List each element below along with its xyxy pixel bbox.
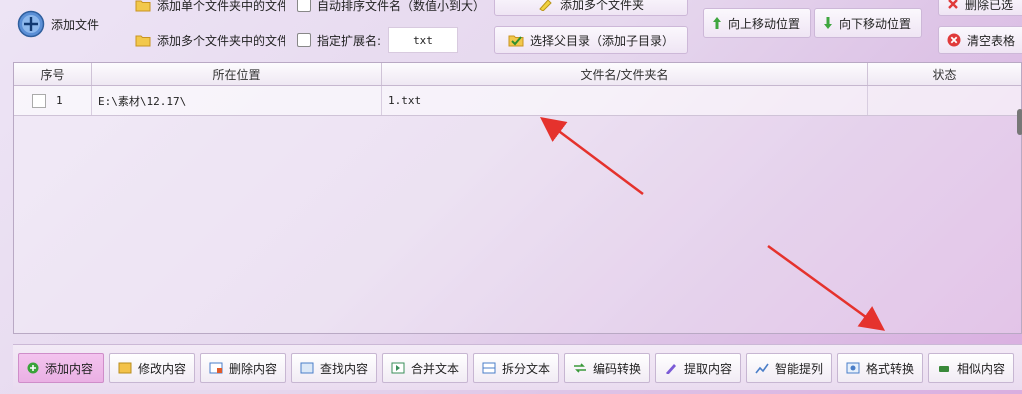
split-text-label: 拆分文本 bbox=[502, 361, 551, 376]
smart-column-button[interactable]: 智能提列 bbox=[746, 353, 832, 383]
add-single-folder-files-label: 添加单个文件夹中的文件 bbox=[157, 0, 286, 13]
auto-sort-label: 自动排序文件名（数值小到大） bbox=[317, 0, 486, 13]
add-multi-folder-files-button[interactable]: 添加多个文件夹中的文件 bbox=[126, 28, 286, 52]
find-content-label: 查找内容 bbox=[320, 361, 369, 376]
add-single-folder-files-button[interactable]: 添加单个文件夹中的文件 bbox=[126, 0, 286, 16]
column-header[interactable]: 序号 bbox=[14, 63, 92, 85]
encoding-convert-label: 编码转换 bbox=[593, 361, 642, 376]
specify-ext-checkbox[interactable]: 指定扩展名: bbox=[297, 31, 381, 49]
edit-content-button[interactable]: 修改内容 bbox=[109, 353, 195, 383]
similar-content-label: 相似内容 bbox=[957, 361, 1006, 376]
delete-selected-label: 删除已选 bbox=[965, 0, 1014, 12]
move-up-button[interactable]: 向上移动位置 bbox=[703, 8, 811, 38]
row-index: 1 bbox=[56, 94, 63, 107]
sparkle-icon bbox=[538, 0, 554, 11]
arrow-up-icon bbox=[712, 16, 722, 30]
location-cell: E:\素材\12.17\ bbox=[92, 86, 382, 115]
file-table: 序号 所在位置 文件名/文件夹名 状态 1 E:\素材\12.17\ 1.txt bbox=[13, 62, 1022, 334]
find-content-button[interactable]: 查找内容 bbox=[291, 353, 377, 383]
encoding-convert-button[interactable]: 编码转换 bbox=[564, 353, 650, 383]
convert-icon bbox=[573, 362, 587, 374]
delete-doc-icon bbox=[209, 362, 223, 374]
delete-x-icon bbox=[947, 0, 959, 10]
status-cell bbox=[868, 86, 1021, 115]
specify-ext-label: 指定扩展名: bbox=[317, 33, 382, 48]
delete-selected-button[interactable]: 删除已选 bbox=[938, 0, 1022, 16]
format-convert-label: 格式转换 bbox=[866, 361, 915, 376]
add-multi-folders-label: 添加多个文件夹 bbox=[559, 0, 644, 12]
similar-content-button[interactable]: 相似内容 bbox=[928, 353, 1014, 383]
table-row[interactable]: 1 E:\素材\12.17\ 1.txt bbox=[14, 86, 1021, 116]
delete-content-button[interactable]: 删除内容 bbox=[200, 353, 286, 383]
move-down-button[interactable]: 向下移动位置 bbox=[814, 8, 922, 38]
column-header[interactable]: 状态 bbox=[868, 63, 1021, 85]
edit-icon bbox=[118, 362, 132, 374]
column-header[interactable]: 文件名/文件夹名 bbox=[382, 63, 868, 85]
select-parent-dir-label: 选择父目录（添加子目录） bbox=[529, 33, 674, 48]
column-header[interactable]: 所在位置 bbox=[92, 63, 382, 85]
similar-icon bbox=[937, 362, 951, 374]
add-file-label: 添加文件 bbox=[51, 17, 100, 32]
scrollbar-thumb[interactable] bbox=[1017, 109, 1022, 135]
auto-sort-check[interactable] bbox=[297, 0, 311, 12]
pen-icon bbox=[664, 362, 678, 374]
arrow-down-icon bbox=[823, 16, 833, 30]
move-down-label: 向下移动位置 bbox=[839, 16, 912, 31]
add-circle-icon bbox=[27, 362, 39, 374]
merge-text-button[interactable]: 合并文本 bbox=[382, 353, 468, 383]
format-icon bbox=[846, 362, 860, 374]
edit-content-label: 修改内容 bbox=[138, 361, 187, 376]
smart-column-label: 智能提列 bbox=[775, 361, 824, 376]
auto-sort-checkbox[interactable]: 自动排序文件名（数值小到大） bbox=[297, 0, 485, 15]
table-header: 序号 所在位置 文件名/文件夹名 状态 bbox=[14, 63, 1021, 86]
add-content-button[interactable]: 添加内容 bbox=[18, 353, 104, 383]
split-text-button[interactable]: 拆分文本 bbox=[473, 353, 559, 383]
add-multi-folder-files-label: 添加多个文件夹中的文件 bbox=[157, 33, 286, 48]
select-parent-dir-button[interactable]: 选择父目录（添加子目录） bbox=[494, 26, 688, 54]
find-icon bbox=[300, 362, 314, 374]
format-convert-button[interactable]: 格式转换 bbox=[837, 353, 923, 383]
bottom-toolbar: 添加内容 修改内容 删除内容 查找内容 合并文本 拆分文本 编码转换 提取内容 … bbox=[13, 344, 1022, 390]
merge-icon bbox=[391, 362, 405, 374]
filename-cell: 1.txt bbox=[382, 86, 868, 115]
extract-content-label: 提取内容 bbox=[684, 361, 733, 376]
folder-icon bbox=[135, 33, 151, 47]
folder-icon bbox=[135, 0, 151, 12]
chart-icon bbox=[755, 362, 769, 374]
clear-table-button[interactable]: 清空表格 bbox=[938, 26, 1022, 54]
extract-content-button[interactable]: 提取内容 bbox=[655, 353, 741, 383]
row-checkbox[interactable] bbox=[32, 93, 46, 108]
ext-input[interactable]: txt bbox=[388, 27, 458, 53]
add-circle-icon bbox=[17, 10, 45, 38]
delete-content-label: 删除内容 bbox=[229, 361, 278, 376]
toolbar: 添加文件 添加单个文件夹中的文件 添加多个文件夹中的文件 自动排序文件名（数值小… bbox=[0, 0, 1022, 58]
specify-ext-check[interactable] bbox=[297, 33, 311, 47]
add-content-label: 添加内容 bbox=[45, 361, 94, 376]
clear-table-label: 清空表格 bbox=[967, 33, 1016, 48]
split-icon bbox=[482, 362, 496, 374]
check-folder-icon bbox=[508, 33, 524, 47]
add-multi-folders-button[interactable]: 添加多个文件夹 bbox=[494, 0, 688, 16]
clear-icon bbox=[947, 33, 961, 47]
add-file-button[interactable]: 添加文件 bbox=[8, 4, 118, 44]
merge-text-label: 合并文本 bbox=[411, 361, 460, 376]
move-up-label: 向上移动位置 bbox=[728, 16, 801, 31]
index-cell: 1 bbox=[14, 86, 92, 115]
